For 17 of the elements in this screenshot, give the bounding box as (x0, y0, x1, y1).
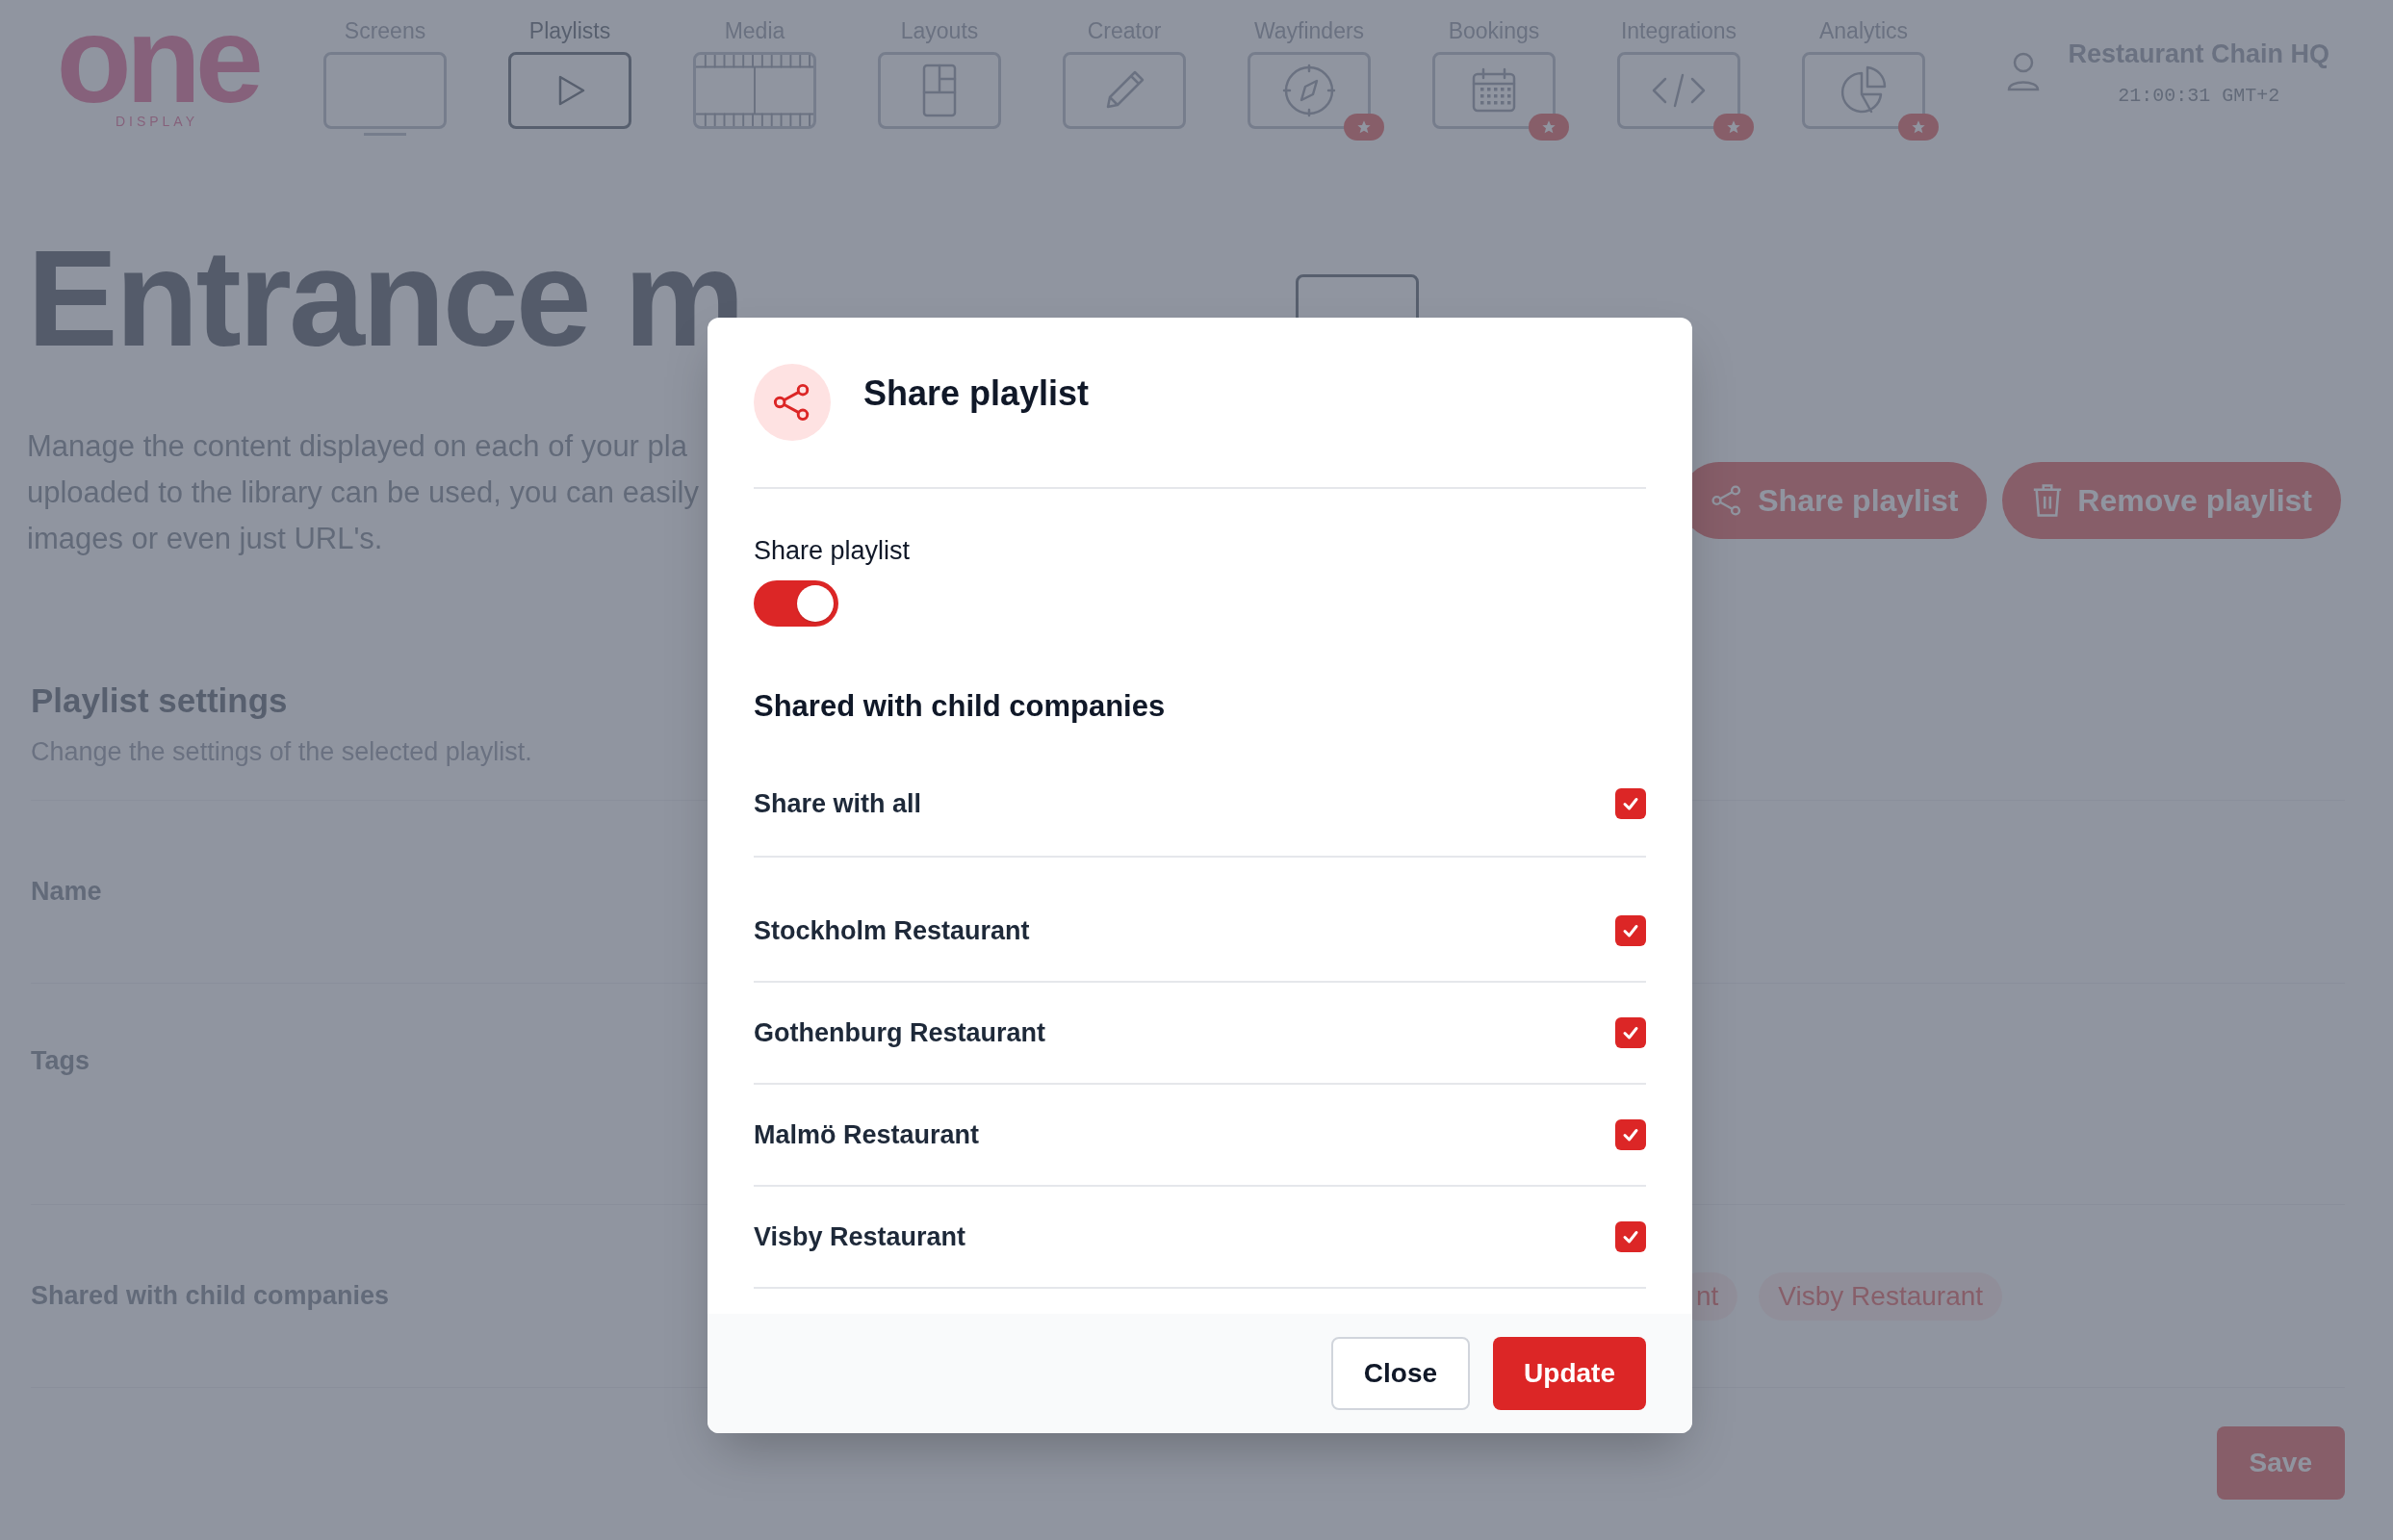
checkbox[interactable] (1615, 1119, 1646, 1150)
checkbox-label: Gothenburg Restaurant (754, 1016, 1045, 1049)
section-title: Playlist settings (31, 680, 288, 721)
share-toggle[interactable] (754, 579, 838, 627)
checkbox-label: Visby Restaurant (754, 1220, 966, 1253)
checkbox[interactable] (1615, 1017, 1646, 1048)
close-button[interactable]: Close (1330, 1337, 1471, 1410)
dialog-title: Share playlist (863, 372, 1090, 415)
checkbox[interactable] (1615, 1221, 1646, 1252)
subsection-title: Shared with child companies (754, 687, 1167, 725)
toggle-label: Share playlist (754, 535, 912, 567)
update-button[interactable]: Update (1493, 1337, 1646, 1410)
checkbox-label: Share with all (754, 787, 922, 820)
checkbox-label: Malmö Restaurant (754, 1118, 980, 1151)
checkbox[interactable] (1615, 788, 1646, 819)
checkbox[interactable] (1615, 915, 1646, 946)
checkbox-label: Stockholm Restaurant (754, 914, 1030, 947)
